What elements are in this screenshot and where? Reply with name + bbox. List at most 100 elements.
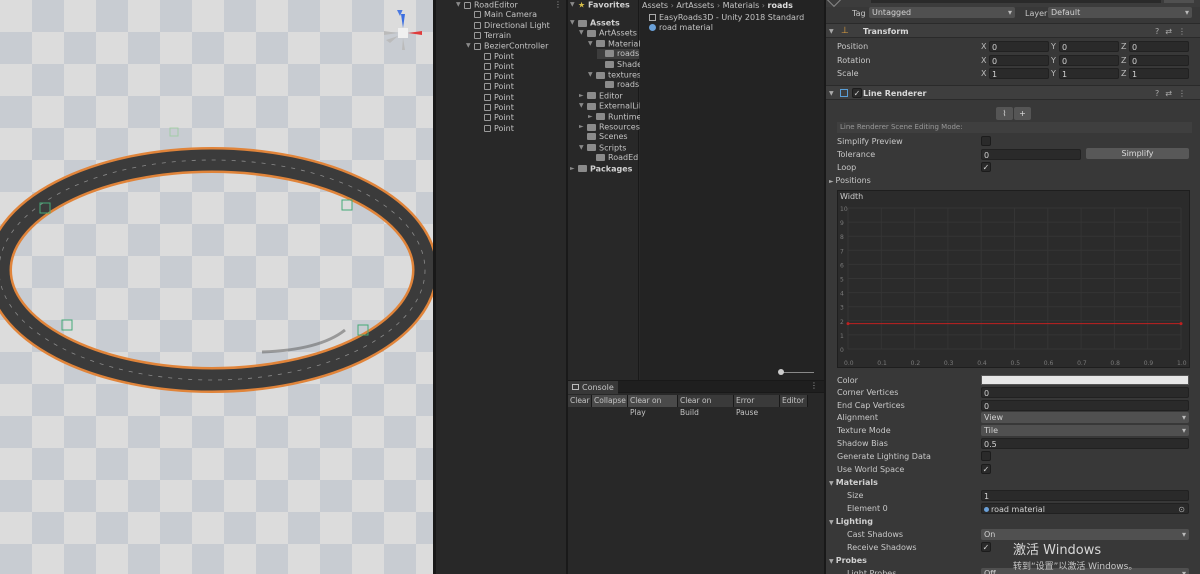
hierarchy-item[interactable]: Point: [476, 113, 514, 123]
console-clear-button[interactable]: Clear: [568, 395, 592, 407]
add-point-button[interactable]: +: [1014, 107, 1031, 120]
project-folder-item[interactable]: ► Runtime: [588, 112, 641, 122]
transform-header[interactable]: ▼ ⊥ Transform ?⇄⋮: [826, 23, 1200, 38]
tolerance-field[interactable]: 0: [981, 149, 1081, 160]
simplify-button[interactable]: Simplify: [1086, 148, 1189, 159]
texture-mode-dropdown[interactable]: Tile: [981, 425, 1189, 436]
rotation-x-field[interactable]: 0: [989, 55, 1049, 66]
hierarchy-item[interactable]: Directional Light: [466, 21, 550, 31]
tab-console[interactable]: Console: [568, 381, 618, 394]
hierarchy-item[interactable]: Point: [476, 93, 514, 103]
foldout-arrow-icon[interactable]: ▼: [829, 24, 834, 39]
hierarchy-item[interactable]: Point: [476, 62, 514, 72]
position-z-field[interactable]: 0: [1129, 41, 1189, 52]
control-point-handle[interactable]: [61, 319, 73, 331]
probes-foldout[interactable]: ▼ Probes: [829, 554, 867, 568]
hierarchy-item[interactable]: Point: [476, 82, 514, 92]
preset-icon[interactable]: ⇄: [1165, 89, 1178, 98]
layer-dropdown[interactable]: Default: [1048, 7, 1192, 18]
component-enabled-checkbox[interactable]: ✓: [852, 88, 862, 98]
project-folder-item[interactable]: ► Editor: [579, 91, 623, 101]
foldout-arrow-icon[interactable]: ▼: [829, 519, 836, 526]
corner-vertices-field[interactable]: 0: [981, 387, 1189, 398]
project-folder-item[interactable]: roads: [597, 49, 639, 60]
foldout-arrow-icon[interactable]: ►: [588, 112, 596, 122]
component-menu-icon[interactable]: ⋮: [1178, 89, 1192, 98]
width-curve-editor[interactable]: Width 10 9 8 7 6 5 4 3 2 1 0 0.0 0.1 0.2 0.3 0.4 0.5 0.6 0…: [837, 190, 1190, 368]
asset-item[interactable]: EasyRoads3D - Unity 2018 Standard: [649, 13, 804, 23]
project-folder-item[interactable]: ▼ Assets: [570, 18, 620, 28]
hierarchy-item[interactable]: Point: [476, 72, 514, 82]
curve-key-point[interactable]: [846, 322, 850, 326]
foldout-arrow-icon[interactable]: ▼: [466, 41, 474, 51]
alignment-dropdown[interactable]: View: [981, 412, 1189, 423]
receive-shadows-checkbox[interactable]: ✓: [981, 542, 991, 552]
help-icon[interactable]: ?: [1155, 89, 1165, 98]
control-point-handle[interactable]: [341, 199, 353, 211]
line-renderer-header[interactable]: ▼ ✓ Line Renderer ?⇄⋮: [826, 85, 1200, 100]
scale-x-field[interactable]: 1: [989, 68, 1049, 79]
console-clear-on-play-button[interactable]: Clear on Play: [628, 395, 678, 417]
project-folder-item[interactable]: ► Resources: [579, 122, 640, 132]
project-folder-item[interactable]: ► Packages: [570, 164, 632, 174]
foldout-arrow-icon[interactable]: ►: [570, 164, 578, 174]
loop-checkbox[interactable]: ✓: [981, 162, 991, 172]
foldout-arrow-icon[interactable]: ►: [579, 91, 587, 101]
position-x-field[interactable]: 0: [989, 41, 1049, 52]
foldout-arrow-icon[interactable]: ▼: [579, 143, 587, 153]
scene-gizmo-icon[interactable]: [380, 10, 426, 56]
project-folder-item[interactable]: Scenes: [579, 132, 628, 142]
material-element-0-field[interactable]: road material ⊙: [981, 503, 1189, 514]
scale-y-field[interactable]: 1: [1059, 68, 1119, 79]
curve-key-point[interactable]: [1179, 322, 1183, 326]
project-folder-item[interactable]: RoadEd: [588, 153, 638, 163]
end-cap-vertices-field[interactable]: 0: [981, 400, 1189, 411]
foldout-arrow-icon[interactable]: ▼: [829, 86, 834, 101]
scene-view[interactable]: [0, 0, 433, 574]
rotation-z-field[interactable]: 0: [1129, 55, 1189, 66]
asset-item[interactable]: road material: [649, 23, 713, 33]
foldout-arrow-icon[interactable]: ▼: [588, 39, 596, 49]
zoom-slider[interactable]: [778, 369, 814, 375]
preset-icon[interactable]: ⇄: [1165, 27, 1178, 36]
foldout-arrow-icon[interactable]: ▼: [588, 70, 596, 80]
breadcrumb-item[interactable]: ArtAssets: [676, 1, 714, 10]
breadcrumb-item[interactable]: roads: [768, 1, 793, 10]
console-clear-on-build-button[interactable]: Clear on Build: [678, 395, 734, 417]
rotation-y-field[interactable]: 0: [1059, 55, 1119, 66]
position-y-field[interactable]: 0: [1059, 41, 1119, 52]
hierarchy-item[interactable]: Point: [476, 52, 514, 62]
panel-menu-icon[interactable]: ⋮: [554, 0, 562, 9]
simplify-preview-checkbox[interactable]: [981, 136, 991, 146]
lighting-foldout[interactable]: ▼ Lighting: [829, 515, 873, 529]
object-picker-icon[interactable]: ⊙: [1178, 504, 1185, 515]
generate-lighting-data-checkbox[interactable]: [981, 451, 991, 461]
project-folder-item[interactable]: ▼ Material: [588, 39, 641, 49]
hierarchy-item[interactable]: Terrain: [466, 31, 511, 41]
hierarchy-item[interactable]: ▼ RoadEditor: [456, 0, 518, 10]
favorites-section[interactable]: ▼ ★ Favorites: [570, 0, 630, 10]
hierarchy-item[interactable]: Main Camera: [466, 10, 537, 20]
console-error-pause-button[interactable]: Error Pause: [734, 395, 780, 417]
foldout-arrow-icon[interactable]: ▼: [829, 558, 836, 565]
foldout-arrow-icon[interactable]: ▼: [456, 0, 464, 10]
console-collapse-button[interactable]: Collapse: [592, 395, 628, 407]
scale-z-field[interactable]: 1: [1129, 68, 1189, 79]
materials-foldout[interactable]: ▼ Materials: [829, 476, 878, 490]
help-icon[interactable]: ?: [1155, 27, 1165, 36]
foldout-arrow-icon[interactable]: ▼: [570, 0, 578, 10]
breadcrumb-item[interactable]: Assets: [642, 1, 668, 10]
foldout-arrow-icon[interactable]: ▼: [579, 28, 587, 38]
color-swatch[interactable]: [981, 375, 1189, 385]
hierarchy-item[interactable]: Point: [476, 103, 514, 113]
tag-dropdown[interactable]: Untagged: [869, 7, 1015, 18]
project-folder-item[interactable]: ▼ ExternalLib: [579, 101, 644, 111]
hierarchy-item[interactable]: ▼ BezierController: [466, 41, 548, 51]
console-editor-button[interactable]: Editor: [780, 395, 808, 407]
foldout-arrow-icon[interactable]: ▼: [829, 480, 836, 487]
foldout-arrow-icon[interactable]: ►: [579, 122, 587, 132]
project-folder-item[interactable]: roads: [597, 80, 639, 90]
breadcrumb-item[interactable]: Materials: [723, 1, 760, 10]
foldout-arrow-icon[interactable]: ▼: [570, 18, 578, 28]
shadow-bias-field[interactable]: 0.5: [981, 438, 1189, 449]
